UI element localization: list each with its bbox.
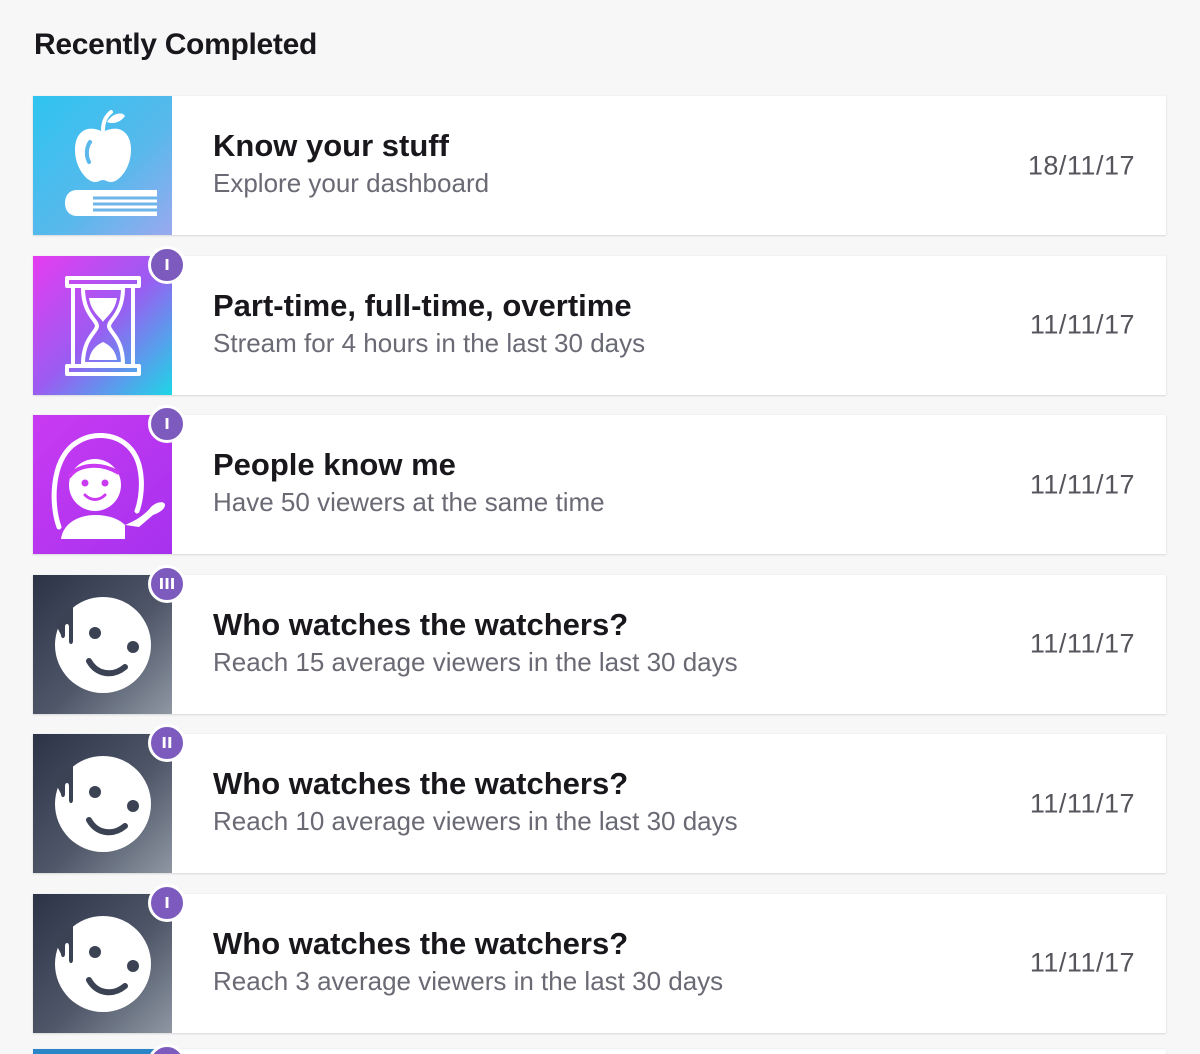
- achievement-title: Who watches the watchers?: [213, 766, 629, 801]
- achievement-title: Know your stuff: [213, 128, 449, 163]
- tier-badge: I: [148, 883, 186, 922]
- achievement-title: Part-time, full-time, overtime: [213, 287, 632, 323]
- achievement-text: People know me Have 50 viewers at the sa…: [213, 447, 605, 518]
- tier-badge: I: [148, 405, 186, 443]
- achievement-title: People know me: [213, 447, 456, 482]
- tier-badge: I: [148, 245, 186, 284]
- achievement-card[interactable]: I Who watches the watchers? Reach 3 aver…: [33, 883, 1166, 1033]
- achievement-date: 11/11/17: [1029, 309, 1135, 340]
- achievement-card[interactable]: I People know me Have 50 viewers at the …: [33, 405, 1166, 554]
- achievement-text: Who watches the watchers? Reach 10 avera…: [213, 766, 738, 837]
- section-title: Recently Completed: [34, 28, 317, 61]
- achievement-card[interactable]: II Who watches the watchers? Reach 10 av…: [33, 724, 1166, 873]
- achievement-date: 11/11/17: [1029, 788, 1135, 818]
- achievement-list: Know your stuff Explore your dashboard 1…: [33, 96, 1166, 1053]
- achievement-text: Who watches the watchers? Reach 3 averag…: [213, 926, 723, 997]
- achievement-card[interactable]: Know your stuff Explore your dashboard 1…: [33, 96, 1166, 235]
- tier-badge: II: [148, 724, 186, 762]
- achievement-description: Have 50 viewers at the same time: [213, 487, 605, 517]
- achievement-description: Reach 15 average viewers in the last 30 …: [213, 646, 738, 677]
- achievement-description: Reach 10 average viewers in the last 30 …: [213, 806, 738, 836]
- achievement-title: Who watches the watchers?: [213, 925, 629, 961]
- achievement-date: 11/11/17: [1029, 947, 1135, 978]
- achievement-card[interactable]: III Who watches the watchers? Reach 15 a…: [33, 564, 1166, 714]
- achievement-text: Know your stuff Explore your dashboard: [213, 128, 489, 199]
- achievement-title: Who watches the watchers?: [213, 606, 629, 642]
- winking-face-icon: [33, 734, 172, 873]
- achievement-text: Who watches the watchers? Reach 15 avera…: [213, 607, 738, 678]
- achievements-page: Recently Completed Know your stuff Explo…: [0, 0, 1200, 1054]
- apple-book-icon: [33, 96, 172, 235]
- tier-badge: III: [148, 564, 186, 603]
- achievement-description: Explore your dashboard: [213, 168, 490, 198]
- achievement-card[interactable]: I Part-time, full-time, overtime Stream …: [33, 245, 1166, 395]
- achievement-date: 11/11/17: [1029, 628, 1135, 659]
- achievement-description: Stream for 4 hours in the last 30 days: [213, 327, 646, 358]
- achievement-text: Part-time, full-time, overtime Stream fo…: [213, 288, 645, 359]
- achievement-date: 11/11/17: [1029, 469, 1135, 499]
- achievement-date: 18/11/17: [1027, 150, 1135, 180]
- achievement-card-partial[interactable]: [33, 1044, 1166, 1054]
- person-presenting-icon: [33, 415, 172, 554]
- achievement-description: Reach 3 average viewers in the last 30 d…: [213, 965, 724, 996]
